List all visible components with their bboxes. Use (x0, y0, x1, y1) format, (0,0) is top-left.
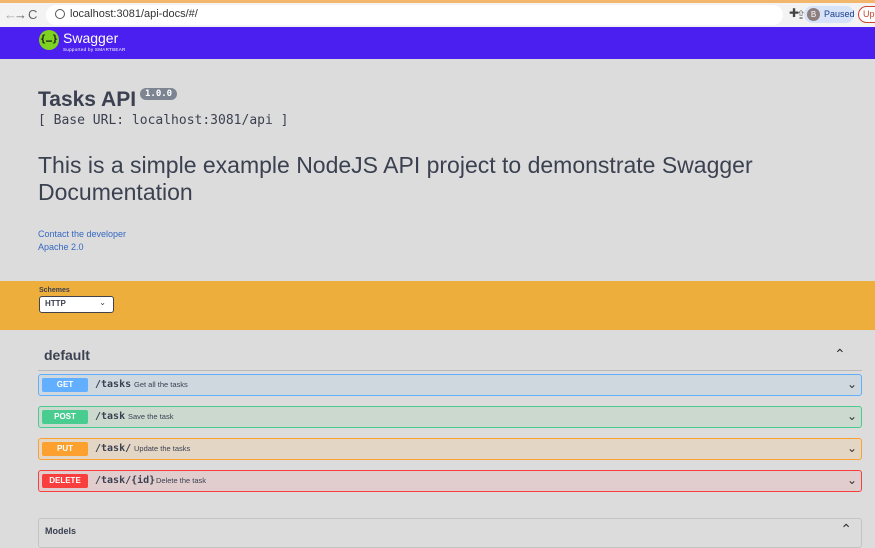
swagger-logo-subtext: Supported by SMARTBEAR (63, 47, 126, 52)
swagger-topbar: {…} Swagger Supported by SMARTBEAR (0, 27, 875, 59)
operation-get-tasks[interactable]: GET /tasks Get all the tasks ⌄ (38, 374, 862, 396)
api-title: Tasks API (38, 88, 137, 111)
swagger-logo-text[interactable]: Swagger (63, 30, 118, 46)
section-divider (38, 370, 862, 371)
chevron-down-icon[interactable]: ⌄ (847, 377, 857, 391)
swagger-logo-icon[interactable]: {…} (39, 30, 59, 50)
version-badge: 1.0.0 (140, 88, 178, 100)
scheme-selected-value: HTTP (45, 299, 66, 308)
api-description: This is a simple example NodeJS API proj… (38, 152, 753, 205)
chevron-up-icon[interactable]: ⌃ (834, 346, 846, 363)
profile-status-label: Paused (824, 9, 855, 19)
method-badge-put: PUT (42, 442, 88, 456)
operation-path: /task/{id} (95, 475, 156, 486)
site-info-icon[interactable] (55, 9, 65, 19)
operation-path: /task (95, 411, 126, 422)
browser-toolbar: ← → C localhost:3081/api-docs/#/ ⇪ ☆ ✚ B… (0, 0, 875, 27)
update-button[interactable]: Up (858, 6, 875, 23)
method-badge-delete: DELETE (42, 474, 88, 488)
schemes-label: Schemes (39, 287, 70, 294)
method-badge-post: POST (42, 410, 88, 424)
operation-summary: Get all the tasks (134, 380, 188, 389)
chevron-down-icon[interactable]: ⌄ (847, 473, 857, 487)
models-title: Models (45, 526, 77, 536)
license-link[interactable]: Apache 2.0 (38, 242, 84, 252)
avatar: B (807, 8, 820, 21)
address-bar[interactable]: localhost:3081/api-docs/#/ ⇪ ☆ (46, 5, 824, 25)
scheme-select[interactable]: HTTP ⌄ (39, 296, 114, 313)
chevron-up-icon[interactable]: ⌃ (840, 521, 852, 538)
operation-post-task[interactable]: POST /task Save the task ⌄ (38, 406, 862, 428)
section-title-default[interactable]: default (44, 347, 90, 363)
chevron-down-icon[interactable]: ⌄ (847, 441, 857, 455)
contact-developer-link[interactable]: Contact the developer (38, 229, 126, 239)
operation-summary: Delete the task (156, 476, 207, 485)
base-url: [ Base URL: localhost:3081/api ] (38, 113, 289, 128)
operation-path: /task/ (95, 443, 132, 454)
models-section[interactable]: Models ⌃ (38, 518, 862, 548)
operation-delete-task[interactable]: DELETE /task/{id} Delete the task ⌄ (38, 470, 862, 492)
address-url[interactable]: localhost:3081/api-docs/#/ (70, 8, 198, 20)
operation-put-task[interactable]: PUT /task/ Update the tasks ⌄ (38, 438, 862, 460)
operation-summary: Update the tasks (134, 444, 191, 453)
chevron-down-icon[interactable]: ⌄ (847, 409, 857, 423)
extensions-puzzle-icon[interactable]: ✚ (789, 6, 799, 20)
operation-path: /tasks (95, 379, 132, 390)
method-badge-get: GET (42, 378, 88, 392)
reload-icon[interactable]: C (28, 5, 37, 25)
profile-button[interactable]: B Paused (804, 6, 855, 23)
chevron-down-icon: ⌄ (99, 298, 106, 307)
forward-arrow-icon[interactable]: → (14, 5, 27, 25)
schemes-bar: Schemes HTTP ⌄ (0, 281, 875, 330)
operation-summary: Save the task (128, 412, 174, 421)
